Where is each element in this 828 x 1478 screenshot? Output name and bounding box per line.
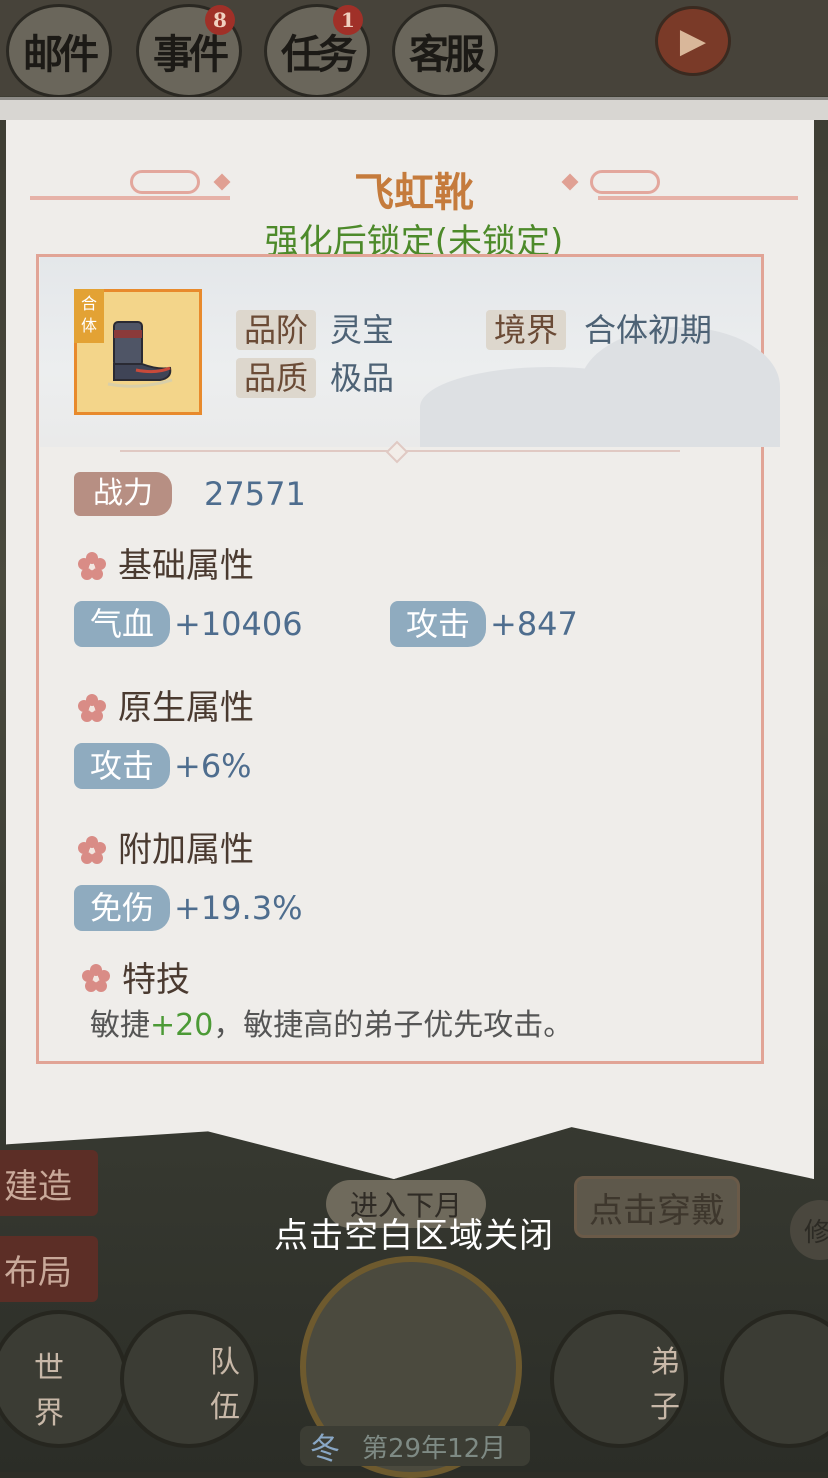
realm-label: 境界 [486, 310, 567, 350]
power-label: 战力 [74, 472, 172, 516]
quality-label: 品质 [236, 358, 317, 398]
flower-icon [78, 694, 106, 722]
stat-value-hp: +10406 [174, 605, 303, 643]
native-attr-title: 原生属性 [118, 688, 254, 728]
tasks-badge: 1 [333, 5, 363, 35]
world-label: 世界 [34, 1351, 64, 1431]
stat-tag-native-attack: 攻击 [74, 743, 170, 789]
play-icon: ▶ [679, 21, 707, 61]
mail-button-label: 邮件 [23, 31, 99, 78]
grade-value: 灵宝 [330, 311, 395, 349]
season-label: 冬 [310, 1432, 340, 1467]
panel-top-edge [0, 97, 828, 120]
stat-tag-attack: 攻击 [390, 601, 486, 647]
flower-icon [78, 836, 106, 864]
extra-attr-title: 附加属性 [118, 830, 254, 870]
stat-value-attack: +847 [490, 605, 578, 643]
date-label: 第29年12月 [362, 1433, 507, 1464]
tasks-button[interactable]: 任务 1 [264, 4, 370, 98]
disciple-label: 弟子 [650, 1345, 680, 1425]
support-button[interactable]: 客服 [392, 4, 498, 98]
skill-title: 特技 [122, 960, 190, 1000]
date-bar: 冬 第29年12月 [300, 1426, 530, 1467]
base-attr-title: 基础属性 [118, 546, 254, 586]
stat-value-damage-reduction: +19.3% [174, 889, 303, 927]
power-value: 27571 [204, 475, 306, 513]
skill-desc-prefix: 敏捷 [90, 1008, 150, 1043]
flower-icon [78, 552, 106, 580]
build-button-label: 建造 [4, 1166, 72, 1207]
quality-value: 极品 [330, 359, 395, 397]
skill-desc-plus: +20 [150, 1008, 214, 1043]
boots-icon [107, 321, 173, 388]
team-label: 队伍 [210, 1345, 240, 1425]
build-button[interactable]: 建造 [0, 1150, 98, 1216]
events-badge: 8 [205, 5, 235, 35]
skill-description: 敏捷+20，敏捷高的弟子优先攻击。 [90, 1006, 573, 1046]
top-bar: 邮件 事件 8 任务 1 客服 ▶ [0, 0, 828, 98]
grade-label: 品阶 [236, 310, 317, 350]
stat-tag-damage-reduction: 免伤 [74, 885, 170, 931]
stat-tag-hp: 气血 [74, 601, 170, 647]
play-button[interactable]: ▶ [655, 6, 731, 76]
skill-desc-suffix: ，敏捷高的弟子优先攻击。 [213, 1008, 574, 1043]
mail-button[interactable]: 邮件 [6, 4, 112, 98]
support-button-label: 客服 [409, 31, 485, 78]
item-title: 飞虹靴 [354, 169, 474, 216]
stat-value-native-attack: +6% [174, 747, 252, 785]
events-button[interactable]: 事件 8 [136, 4, 242, 98]
flower-icon [82, 964, 110, 992]
close-hint[interactable]: 点击空白区域关闭 [0, 1208, 828, 1257]
realm-value: 合体初期 [584, 311, 713, 349]
